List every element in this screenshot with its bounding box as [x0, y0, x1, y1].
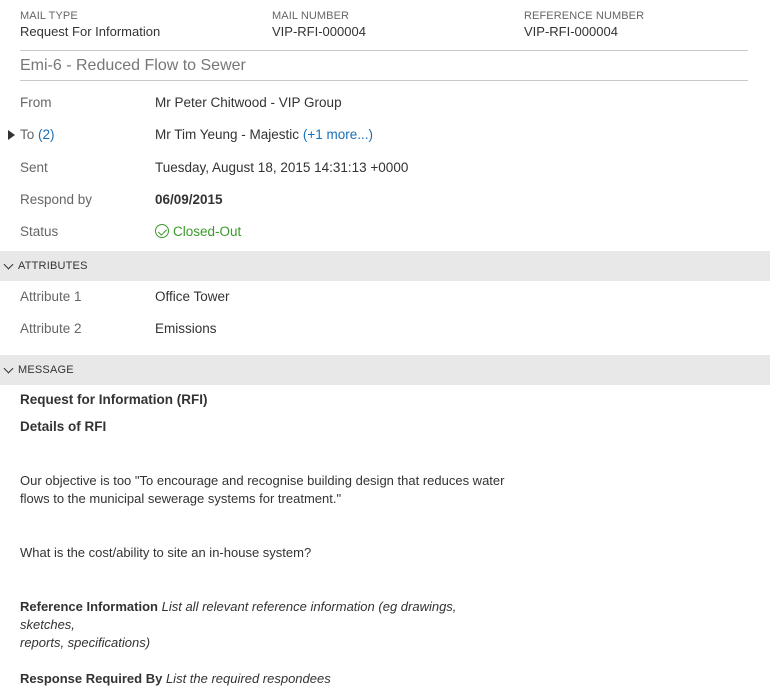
paragraph-1-line-2: flows to the municipal sewerage systems … — [20, 491, 342, 506]
sent-value: Tuesday, August 18, 2015 14:31:13 +0000 — [155, 160, 409, 175]
check-circle-icon — [155, 224, 169, 238]
status-label: Status — [20, 224, 59, 239]
mail-number-value: VIP-RFI-000004 — [272, 24, 366, 39]
to-label-group: To (2) — [20, 125, 55, 145]
respond-by-row: Respond by 06/09/2015 — [0, 190, 770, 210]
to-row: To (2) Mr Tim Yeung - Majestic (+1 more.… — [0, 125, 770, 145]
chevron-down-icon — [3, 259, 14, 270]
sent-row: Sent Tuesday, August 18, 2015 14:31:13 +… — [0, 158, 770, 178]
mail-type-value: Request For Information — [20, 24, 161, 39]
status-row: Status Closed-Out — [0, 222, 770, 242]
attributes-section-header[interactable]: ATTRIBUTES — [0, 251, 770, 281]
to-label: To — [20, 127, 35, 142]
to-value: Mr Tim Yeung - Majestic — [155, 127, 300, 142]
mail-type: MAIL TYPE Request For Information — [20, 10, 160, 41]
from-label: From — [20, 95, 52, 110]
mail-header: MAIL TYPE Request For Information MAIL N… — [20, 10, 750, 42]
response-label: Response Required By — [20, 671, 163, 686]
message-paragraph-2: What is the cost/ability to site an in-h… — [20, 545, 312, 560]
status-value: Closed-Out — [173, 224, 242, 239]
respond-by-label: Respond by — [20, 192, 93, 207]
reference-number-label: REFERENCE NUMBER — [524, 10, 645, 22]
attribute-2-label: Attribute 2 — [20, 321, 82, 336]
reference-number: REFERENCE NUMBER VIP-RFI-000004 — [524, 10, 644, 41]
message-section-header[interactable]: MESSAGE — [0, 355, 770, 385]
message-paragraph-1: Our objective is too "To encourage and r… — [20, 472, 510, 508]
attribute-2-value: Emissions — [155, 321, 217, 336]
reference-information: Reference Information List all relevant … — [20, 598, 510, 652]
reference-text-line-2: reports, specifications) — [20, 635, 151, 650]
chevron-down-icon — [3, 363, 14, 374]
subject-divider — [20, 80, 748, 81]
attribute-2-row: Attribute 2 Emissions — [0, 319, 770, 339]
mail-subject: Emi-6 - Reduced Flow to Sewer — [20, 57, 246, 74]
to-count-link[interactable]: (2) — [38, 127, 55, 142]
attributes-title: ATTRIBUTES — [18, 260, 88, 272]
response-required: Response Required By List the required r… — [20, 670, 510, 688]
to-value-group: Mr Tim Yeung - Majestic (+1 more...) — [155, 125, 373, 145]
status-badge: Closed-Out — [155, 222, 241, 242]
message-title: MESSAGE — [18, 364, 74, 376]
from-value: Mr Peter Chitwood - VIP Group — [155, 95, 342, 110]
reference-number-value: VIP-RFI-000004 — [524, 24, 618, 39]
attribute-1-value: Office Tower — [155, 289, 230, 304]
header-divider — [20, 50, 748, 51]
response-text: List the required respondees — [165, 671, 331, 686]
mail-type-label: MAIL TYPE — [20, 10, 78, 22]
from-row: From Mr Peter Chitwood - VIP Group — [0, 93, 770, 113]
mail-number: MAIL NUMBER VIP-RFI-000004 — [272, 10, 366, 41]
respond-by-value: 06/09/2015 — [155, 192, 223, 207]
sent-label: Sent — [20, 160, 48, 175]
details-heading: Details of RFI — [20, 419, 107, 434]
more-recipients-link[interactable]: (+1 more...) — [303, 127, 373, 142]
expand-recipients-icon[interactable] — [8, 130, 15, 140]
message-heading: Request for Information (RFI) — [20, 392, 208, 407]
mail-number-label: MAIL NUMBER — [272, 10, 350, 22]
attribute-1-row: Attribute 1 Office Tower — [0, 287, 770, 307]
paragraph-1-line-1: Our objective is too "To encourage and r… — [20, 473, 505, 488]
reference-label: Reference Information — [20, 599, 158, 614]
attribute-1-label: Attribute 1 — [20, 289, 82, 304]
